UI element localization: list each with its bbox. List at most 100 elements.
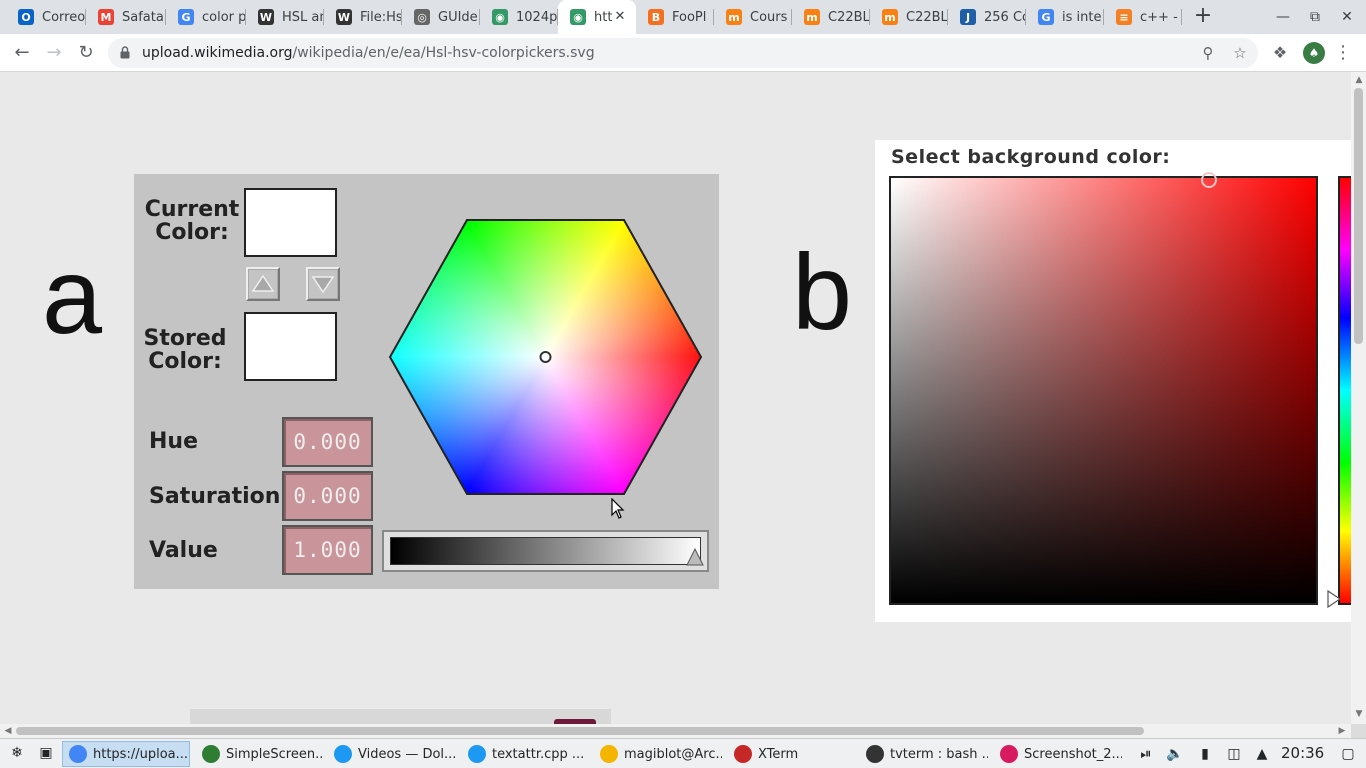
- taskbar-item[interactable]: Videos — Dol...: [328, 741, 456, 767]
- simplescreenrecorder-icon: [202, 745, 220, 763]
- stackoverflow-icon: ≡: [1116, 9, 1132, 25]
- browser-tab[interactable]: m C22BL: [792, 0, 870, 34]
- back-button[interactable]: ←: [10, 41, 34, 65]
- google-icon: G: [1038, 9, 1054, 25]
- volume-icon[interactable]: 🔈: [1166, 745, 1184, 763]
- taskbar-item[interactable]: tvterm : bash ...: [860, 741, 988, 767]
- browser-tab[interactable]: m Cours: [714, 0, 792, 34]
- taskbar-item[interactable]: XTerm: [728, 741, 856, 767]
- hue-pointer-icon[interactable]: [1327, 590, 1341, 608]
- browser-tab[interactable]: ≡ c++ - F: [1104, 0, 1182, 34]
- vertical-scrollbar[interactable]: ▲ ▼: [1351, 72, 1366, 724]
- taskbar-item[interactable]: magiblot@Arc...: [594, 741, 722, 767]
- tab-title: c++ - F: [1140, 9, 1182, 25]
- application-launcher-icon[interactable]: ❄: [8, 744, 26, 762]
- address-bar[interactable]: upload.wikimedia.org/wikipedia/en/e/ea/H…: [108, 38, 1258, 68]
- horizontal-scroll-thumb[interactable]: [16, 727, 1144, 735]
- url-text[interactable]: upload.wikimedia.org/wikipedia/en/e/ea/H…: [142, 45, 595, 61]
- browser-tab[interactable]: ◉ htt ✕: [558, 0, 636, 34]
- hue-label: Hue: [149, 429, 198, 454]
- battery-icon[interactable]: ▮: [1196, 745, 1214, 763]
- close-tab-icon[interactable]: ✕: [612, 9, 628, 25]
- new-tab-button[interactable]: +: [1192, 5, 1214, 28]
- taskbar-item-label: SimpleScreen...: [226, 746, 324, 762]
- triangle-down-icon: [311, 276, 335, 294]
- store-color-up-button[interactable]: [246, 267, 280, 301]
- tab-title: is inte: [1062, 9, 1102, 25]
- browser-tab[interactable]: W File:Hs: [324, 0, 402, 34]
- bookmark-star-icon[interactable]: ☆: [1230, 43, 1250, 63]
- browser-menu-icon[interactable]: ⋮: [1334, 42, 1352, 64]
- reload-button[interactable]: ↻: [74, 41, 98, 65]
- forward-button[interactable]: →: [42, 41, 66, 65]
- lock-icon[interactable]: [120, 46, 130, 59]
- saturation-field[interactable]: 0.000: [282, 471, 373, 521]
- slider-thumb-icon[interactable]: [686, 548, 704, 566]
- tab-title: GUIde: [438, 9, 478, 25]
- hexagon-selector-marker[interactable]: [539, 351, 552, 363]
- browser-tab[interactable]: B FooPl: [636, 0, 714, 34]
- scroll-down-arrow-icon[interactable]: ▼: [1353, 708, 1365, 720]
- hue-strip-slider[interactable]: [1338, 176, 1351, 605]
- gmail-icon: M: [98, 9, 114, 25]
- stored-color-swatch: [244, 312, 337, 381]
- zoom-icon[interactable]: ⚲: [1198, 43, 1218, 63]
- wikipedia-icon: W: [258, 9, 274, 25]
- taskbar-item-label: textattr.cpp ...: [492, 746, 585, 762]
- dolphin-icon: [334, 745, 352, 763]
- extensions-puzzle-icon[interactable]: ❖: [1270, 43, 1290, 63]
- tab-title: HSL an: [282, 9, 324, 25]
- saturation-label: Saturation: [149, 484, 281, 509]
- horizontal-scrollbar[interactable]: ◀ ▶: [0, 724, 1351, 738]
- foopl-icon: B: [648, 9, 664, 25]
- browser-tab[interactable]: W HSL an: [246, 0, 324, 34]
- konsole-icon: [600, 745, 618, 763]
- outlook-icon: O: [18, 9, 34, 25]
- value-field[interactable]: 1.000: [282, 525, 373, 575]
- scroll-up-arrow-icon[interactable]: ▲: [1353, 74, 1365, 86]
- taskbar-item[interactable]: textattr.cpp ...: [462, 741, 590, 767]
- notifications-icon[interactable]: ▢: [1339, 745, 1357, 763]
- value-slider[interactable]: [382, 530, 709, 572]
- taskbar-item-label: https://uploa...: [93, 746, 189, 762]
- browser-tab[interactable]: J 256 Co: [948, 0, 1026, 34]
- clock[interactable]: 20:36: [1281, 744, 1324, 762]
- minimize-window-button[interactable]: —: [1272, 6, 1294, 28]
- wikimedia-icon: ◉: [492, 9, 508, 25]
- show-desktop-icon[interactable]: ▣: [37, 744, 55, 762]
- taskbar-item[interactable]: Screenshot_2...: [994, 741, 1122, 767]
- url-path: /wikipedia/en/e/ea/Hsl-hsv-colorpickers.…: [292, 45, 595, 61]
- browser-tab[interactable]: ◎ GUIde: [402, 0, 480, 34]
- browser-tab[interactable]: m C22BL: [870, 0, 948, 34]
- close-window-button[interactable]: ✕: [1336, 6, 1358, 28]
- scroll-corner: [1351, 724, 1366, 738]
- browser-tab[interactable]: M Safata: [86, 0, 166, 34]
- scroll-left-arrow-icon[interactable]: ◀: [2, 725, 14, 737]
- media-pause-icon[interactable]: ⏯: [1137, 745, 1155, 763]
- tray-expand-arrow-icon[interactable]: ▲: [1253, 745, 1271, 763]
- vertical-scroll-thumb[interactable]: [1354, 88, 1363, 344]
- value-gradient-track[interactable]: [390, 537, 701, 565]
- network-icon[interactable]: ◫: [1225, 745, 1243, 763]
- xterm-icon: [734, 745, 752, 763]
- browser-tab[interactable]: O Correo: [6, 0, 86, 34]
- profile-avatar[interactable]: ♠: [1303, 42, 1325, 64]
- taskbar-item-label: Screenshot_2...: [1024, 746, 1122, 762]
- saturation-value-square[interactable]: [889, 172, 1318, 605]
- restore-window-button[interactable]: ⧉: [1304, 6, 1326, 28]
- hue-saturation-hexagon[interactable]: [388, 217, 703, 497]
- taskbar-item[interactable]: https://uploa...: [62, 741, 190, 767]
- google-icon: G: [178, 9, 194, 25]
- tab-title: C22BL: [906, 9, 948, 25]
- square-selector-marker[interactable]: [1199, 170, 1219, 190]
- browser-tab[interactable]: ◉ 1024p: [480, 0, 558, 34]
- taskbar-item[interactable]: SimpleScreen...: [196, 741, 324, 767]
- moodle-icon: m: [882, 9, 898, 25]
- scroll-right-arrow-icon[interactable]: ▶: [1336, 725, 1348, 737]
- restore-color-down-button[interactable]: [306, 267, 340, 301]
- browser-toolbar: ← → ↻ upload.wikimedia.org/wikipedia/en/…: [0, 34, 1366, 72]
- browser-tab[interactable]: Gcolor p: [166, 0, 246, 34]
- tab-separator: [1181, 9, 1182, 25]
- hue-field[interactable]: 0.000: [282, 417, 373, 467]
- browser-tab[interactable]: Gis inte: [1026, 0, 1104, 34]
